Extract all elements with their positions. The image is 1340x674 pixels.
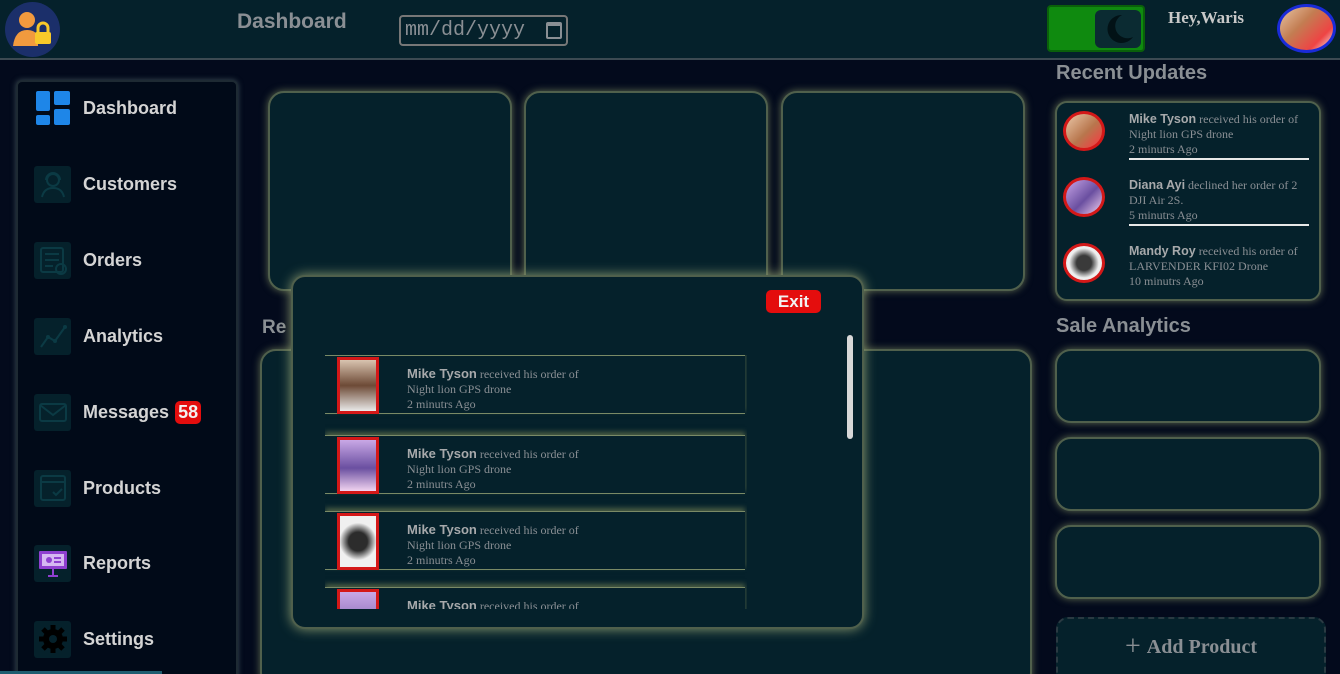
sidebar-item-products[interactable]: Products (34, 468, 234, 508)
gear-icon (34, 620, 71, 658)
avatar (1063, 177, 1105, 217)
avatar (337, 589, 379, 609)
top-bar: Dashboard mm/dd/yyyy Hey,Waris (0, 0, 1340, 60)
sale-analytics-title: Sale Analytics (1056, 315, 1191, 337)
modal-item-text: Mike Tyson received his order of Night li… (407, 522, 579, 567)
exit-button[interactable]: Exit (766, 290, 821, 313)
insight-card-3 (781, 91, 1025, 291)
avatar (1063, 111, 1105, 151)
avatar (337, 357, 379, 414)
update-text: Mike Tyson received his order of Night l… (1129, 112, 1299, 156)
product-check-icon (34, 469, 71, 507)
theme-toggle[interactable] (1047, 5, 1145, 52)
page-title: Dashboard (237, 10, 347, 33)
add-product-button[interactable]: + Add Product (1056, 617, 1326, 674)
update-item: Mandy Roy received his order of LARVENDE… (1061, 235, 1315, 295)
sidebar-item-orders[interactable]: Orders (34, 240, 234, 280)
insight-card-2 (524, 91, 768, 291)
list-item: Mike Tyson received his order of Night li… (325, 511, 745, 570)
recent-updates-title: Recent Updates (1056, 62, 1208, 84)
update-divider (1129, 158, 1309, 160)
list-item: Mike Tyson received his order of Night li… (325, 435, 745, 494)
line-chart-icon (34, 317, 71, 355)
modal-item-text: Mike Tyson received his order of Night li… (407, 446, 579, 491)
envelope-icon (34, 393, 71, 431)
toggle-knob (1095, 10, 1141, 48)
avatar (337, 513, 379, 570)
update-divider (1129, 224, 1309, 226)
calendar-icon[interactable] (546, 22, 562, 39)
recent-updates-panel: Mike Tyson received his order of Night l… (1055, 101, 1321, 301)
user-avatar[interactable] (1277, 4, 1336, 53)
sale-analytics-card-3 (1055, 525, 1321, 599)
update-text: Diana Ayi declined her order of 2 DJI Ai… (1129, 178, 1298, 222)
orders-list-icon (34, 241, 71, 279)
avatar (337, 437, 379, 494)
sale-analytics-card-1 (1055, 349, 1321, 423)
sidebar-item-settings[interactable]: Settings (34, 619, 234, 659)
update-item: Diana Ayi declined her order of 2 DJI Ai… (1061, 169, 1315, 229)
modal-scrollbar[interactable] (847, 335, 853, 439)
presentation-board-icon (34, 544, 71, 582)
insight-card-1 (268, 91, 512, 291)
recent-orders-heading: Re (262, 317, 287, 338)
sidebar-item-label: Customers (83, 173, 178, 194)
sale-analytics-card-2 (1055, 437, 1321, 511)
sidebar-item-label: Messages (83, 401, 170, 422)
user-greeting: Hey,Waris (1168, 8, 1245, 27)
dashboard-grid-icon (34, 90, 71, 127)
sidebar-item-label: Reports (83, 552, 152, 573)
sidebar-item-dashboard[interactable]: Dashboard (34, 88, 234, 128)
moon-icon (1107, 14, 1133, 43)
sidebar-item-label: Settings (83, 628, 155, 649)
sidebar: Dashboard Customers Orders Analytics Mes… (16, 80, 238, 674)
sidebar-item-customers[interactable]: Customers (34, 164, 234, 204)
update-item: Mike Tyson received his order of Night l… (1061, 103, 1315, 163)
sidebar-item-label: Orders (83, 249, 143, 270)
date-input[interactable]: mm/dd/yyyy (399, 15, 568, 46)
list-item: Mike Tyson received his order of (325, 587, 745, 609)
sidebar-item-label: Dashboard (83, 97, 178, 118)
list-item: Mike Tyson received his order of Night li… (325, 355, 745, 414)
customer-support-icon (34, 165, 71, 203)
avatar (1063, 243, 1105, 283)
modal-item-text: Mike Tyson received his order of Night li… (407, 366, 579, 411)
add-product-label: Add Product (1146, 635, 1257, 658)
sidebar-item-reports[interactable]: Reports (34, 543, 234, 583)
sidebar-item-label: Products (83, 477, 162, 498)
sidebar-item-messages[interactable]: Messages 58 (34, 392, 234, 432)
sidebar-item-label: Analytics (83, 325, 164, 346)
date-placeholder: mm/dd/yyyy (405, 19, 526, 42)
sidebar-item-analytics[interactable]: Analytics (34, 316, 234, 356)
app-logo (5, 2, 60, 57)
modal-item-text: Mike Tyson received his order of (407, 598, 579, 609)
update-text: Mandy Roy received his order of LARVENDE… (1129, 244, 1298, 288)
updates-modal: Exit Mike Tyson received his order of Nig… (291, 275, 864, 629)
messages-count-badge: 58 (175, 400, 202, 424)
plus-icon: + (1124, 631, 1141, 662)
modal-update-list[interactable]: Mike Tyson received his order of Night li… (325, 355, 747, 609)
